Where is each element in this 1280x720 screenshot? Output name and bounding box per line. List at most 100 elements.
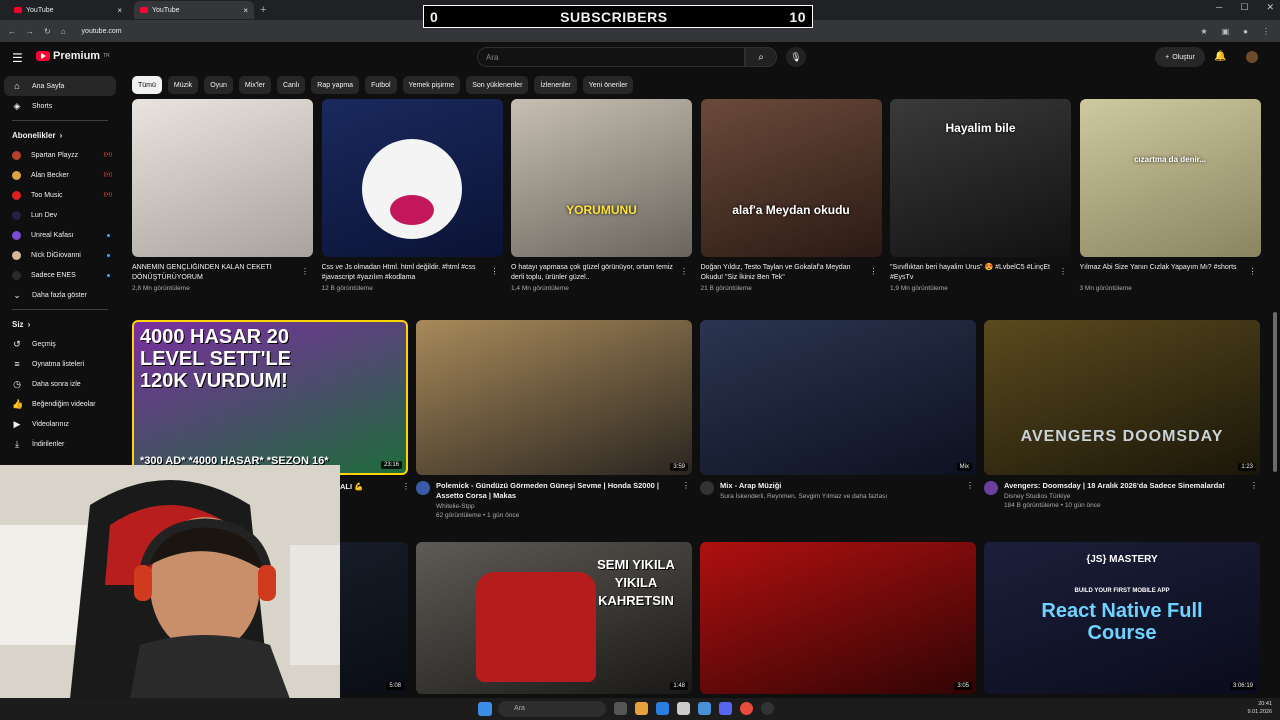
chip-2[interactable]: Oyun bbox=[204, 76, 233, 94]
chip-10[interactable]: Yeni öneriler bbox=[582, 76, 634, 94]
sidebar-item-home[interactable]: ⌂ Ana Sayfa bbox=[4, 76, 116, 96]
short-thumbnail[interactable]: cızartma da denir... bbox=[1079, 99, 1261, 257]
file-explorer-icon[interactable] bbox=[635, 702, 648, 715]
partial-video-title[interactable]: ALI 💪 bbox=[340, 482, 364, 491]
short-thumbnail[interactable]: Hayalim bile bbox=[890, 99, 1071, 257]
bookmark-star-icon[interactable]: ★ bbox=[1200, 27, 1207, 36]
youtube-logo[interactable]: Premium TR bbox=[36, 50, 110, 62]
short-title[interactable]: Css ve Js olmadan Html. html değildir. #… bbox=[322, 263, 503, 283]
sidebar-item-clock[interactable]: ◷ Daha sonra izle bbox=[0, 374, 120, 394]
video-thumbnail[interactable]: {JS} MASTERY BUILD YOUR FIRST MOBILE APP R… bbox=[984, 542, 1260, 694]
sidebar-item-video[interactable]: ▶ Videolarınız bbox=[0, 414, 120, 434]
voice-search-button[interactable]: 🎙 bbox=[786, 47, 806, 67]
more-options-icon[interactable]: ⋮ bbox=[402, 482, 410, 491]
you-heading[interactable]: Siz › bbox=[0, 314, 120, 334]
obs-icon[interactable] bbox=[761, 702, 774, 715]
short-card[interactable]: Hayalim bile "Sınıflıktan beri hayalim Ur… bbox=[890, 99, 1071, 292]
sidebar-subscription-item[interactable]: Nick DiGiovanni bbox=[0, 245, 120, 265]
more-options-icon[interactable]: ⋮ bbox=[491, 267, 499, 276]
video-card[interactable]: 3:05 bbox=[700, 542, 976, 694]
search-input[interactable]: Ara bbox=[477, 47, 745, 67]
chip-8[interactable]: Son yüklenenler bbox=[466, 76, 529, 94]
windows-start-icon[interactable] bbox=[478, 702, 492, 716]
create-button[interactable]: + Oluştur bbox=[1155, 47, 1205, 67]
sidebar-item-shorts[interactable]: ◈ Shorts bbox=[0, 96, 120, 116]
subscriptions-heading[interactable]: Abonelikler › bbox=[0, 125, 120, 145]
forward-icon[interactable]: → bbox=[26, 27, 34, 36]
video-thumbnail[interactable]: AVENGERS DOOMSDAY 1:23 bbox=[984, 320, 1260, 475]
edge-icon[interactable] bbox=[656, 702, 669, 715]
sidebar-item-history[interactable]: ↺ Geçmiş bbox=[0, 334, 120, 354]
chip-5[interactable]: Rap yapma bbox=[311, 76, 360, 94]
chrome-icon[interactable] bbox=[740, 702, 753, 715]
new-tab-icon[interactable]: + bbox=[260, 4, 266, 16]
more-options-icon[interactable]: ⋮ bbox=[1249, 267, 1257, 276]
chip-0[interactable]: Tümü bbox=[132, 76, 162, 94]
url-field[interactable]: youtube.com bbox=[82, 28, 122, 35]
video-title[interactable]: Mix - Arap Müziği bbox=[720, 481, 887, 491]
menu-hamburger-icon[interactable]: ☰ bbox=[12, 51, 23, 65]
short-card[interactable]: ANNEMİN GENÇLİĞİNDEN KALAN CEKETİ DÖNÜŞT… bbox=[132, 99, 313, 292]
back-icon[interactable]: ← bbox=[8, 27, 16, 36]
short-title[interactable]: ANNEMİN GENÇLİĞİNDEN KALAN CEKETİ DÖNÜŞT… bbox=[132, 263, 313, 283]
channel-name[interactable]: Disney Studios Türkiye bbox=[1004, 493, 1239, 500]
video-title[interactable]: Avengers: Doomsday | 18 Aralık 2026'da S… bbox=[1004, 481, 1239, 491]
more-options-icon[interactable]: ⋮ bbox=[966, 481, 974, 490]
sidebar-subscription-item[interactable]: Unreal Kafası bbox=[0, 225, 120, 245]
video-card[interactable]: 4000 HASAR 20 LEVEL SETT'LE 120K VURDUM!… bbox=[132, 320, 408, 475]
task-view-icon[interactable] bbox=[614, 702, 627, 715]
sidebar-item-download[interactable]: ⤓ İndirilenler bbox=[0, 434, 120, 454]
reload-icon[interactable]: ↻ bbox=[44, 27, 51, 36]
discord-icon[interactable] bbox=[719, 702, 732, 715]
video-thumbnail[interactable]: 4000 HASAR 20 LEVEL SETT'LE 120K VURDUM!… bbox=[132, 320, 408, 475]
short-thumbnail[interactable] bbox=[321, 99, 503, 257]
channel-avatar[interactable] bbox=[984, 481, 998, 495]
maximize-icon[interactable]: ☐ bbox=[1240, 2, 1248, 13]
more-options-icon[interactable]: ⋮ bbox=[682, 481, 690, 490]
app-icon[interactable] bbox=[698, 702, 711, 715]
taskbar-search-input[interactable]: Ara bbox=[498, 701, 606, 717]
sidebar-item-playlist[interactable]: ≡ Oynatma listeleri bbox=[0, 354, 120, 374]
system-tray-clock[interactable]: 20:41 9.01.2026 bbox=[1248, 700, 1272, 716]
short-card[interactable]: YORUMUNU O hatayı yapmasa çok güzel görün… bbox=[511, 99, 692, 292]
chip-9[interactable]: İzlenenler bbox=[534, 76, 577, 94]
chip-3[interactable]: Mix'ler bbox=[238, 76, 271, 94]
sidebar-subscription-item[interactable]: Alan Becker ((•)) bbox=[0, 165, 120, 185]
chip-1[interactable]: Müzik bbox=[167, 76, 199, 94]
short-title[interactable]: "Sınıflıktan beri hayalim Urus" 😍 #Lvbel… bbox=[890, 263, 1071, 283]
sidebar-subscription-item[interactable]: Too Music ((•)) bbox=[0, 185, 120, 205]
channel-avatar[interactable] bbox=[700, 481, 714, 495]
more-options-icon[interactable]: ⋮ bbox=[1250, 481, 1258, 490]
close-tab-icon[interactable]: × bbox=[117, 6, 122, 15]
close-window-icon[interactable]: ✕ bbox=[1266, 2, 1274, 13]
avatar[interactable] bbox=[1246, 51, 1258, 63]
short-card[interactable]: cızartma da denir... Yılmaz Abi Size Yanı… bbox=[1079, 99, 1261, 292]
browser-menu-icon[interactable]: ⋮ bbox=[1262, 27, 1270, 36]
short-title[interactable]: Doğan Yıldız, Testo Taylan ve Gokalaf'a … bbox=[701, 263, 882, 283]
chip-4[interactable]: Canlı bbox=[276, 76, 306, 94]
channel-name[interactable]: Whitelie-Stpp bbox=[436, 503, 692, 510]
chip-7[interactable]: Yemek pişirme bbox=[402, 76, 461, 94]
profile-icon[interactable]: ● bbox=[1243, 27, 1248, 36]
video-thumbnail[interactable]: 3:05 bbox=[700, 542, 976, 694]
store-icon[interactable] bbox=[677, 702, 690, 715]
video-card[interactable]: SEMI YIKILA YIKILA KAHRETSIN 1:48 bbox=[416, 542, 692, 694]
short-card[interactable]: alaf'a Meydan okudu Doğan Yıldız, Testo T… bbox=[700, 99, 882, 292]
video-card[interactable]: Mix Mix - Arap Müziği Sura İskenderli, Rey… bbox=[700, 320, 976, 500]
search-button[interactable]: ⌕ bbox=[745, 47, 777, 67]
short-card[interactable]: Css ve Js olmadan Html. html değildir. #… bbox=[321, 99, 503, 292]
sidebar-item-like[interactable]: 👍 Beğendiğim videolar bbox=[0, 394, 120, 414]
short-title[interactable]: Yılmaz Abi Size Yanın Cızlak Yapayım Mı?… bbox=[1080, 263, 1261, 283]
chip-6[interactable]: Futbol bbox=[365, 76, 397, 94]
channel-avatar[interactable] bbox=[416, 481, 430, 495]
sidebar-subscription-item[interactable]: Lun Dev bbox=[0, 205, 120, 225]
video-card[interactable]: 3:59 Polemick - Gündüzü Görmeden Güneşi S… bbox=[416, 320, 692, 519]
video-thumbnail[interactable]: Mix bbox=[700, 320, 976, 475]
channel-name[interactable]: Sura İskenderli, Reynmen, Sevgim Yılmaz … bbox=[720, 493, 887, 500]
more-options-icon[interactable]: ⋮ bbox=[1059, 267, 1067, 276]
notifications-bell-icon[interactable]: 🔔 bbox=[1214, 51, 1226, 62]
home-browser-icon[interactable]: ⌂ bbox=[61, 27, 66, 36]
close-tab-icon[interactable]: × bbox=[243, 6, 248, 15]
more-options-icon[interactable]: ⋮ bbox=[301, 267, 309, 276]
minimize-icon[interactable]: ─ bbox=[1216, 2, 1222, 13]
